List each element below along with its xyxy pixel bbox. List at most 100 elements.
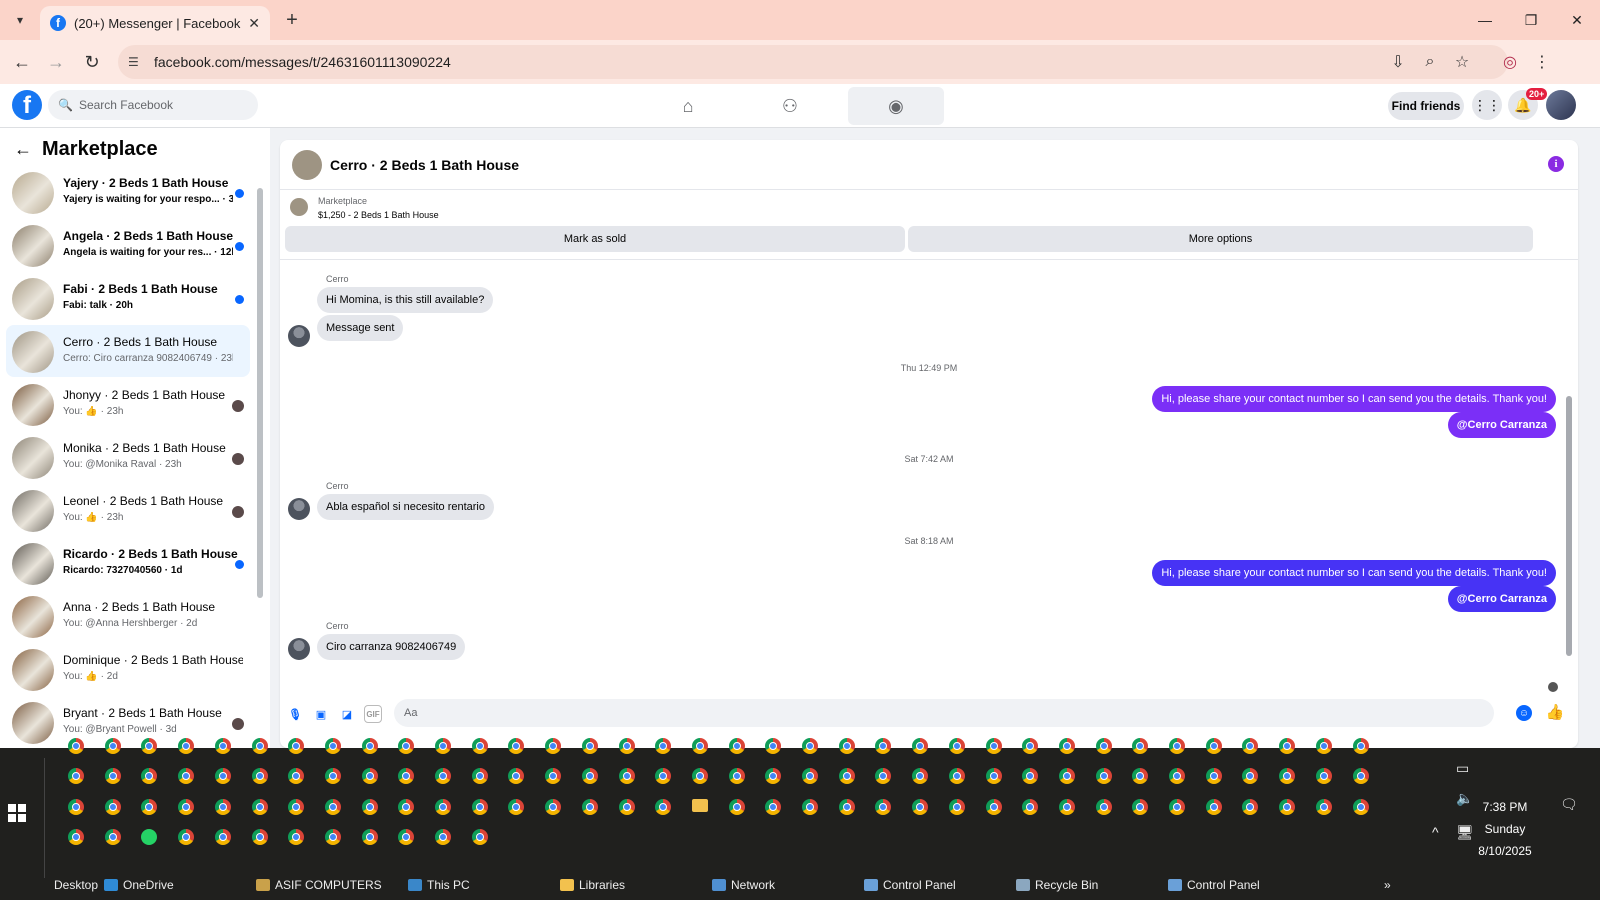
conversation-item[interactable]: Cerro · 2 Beds 1 Bath House Cerro: Ciro c… [6, 325, 250, 377]
chrome-shortcut-icon[interactable] [1022, 738, 1039, 754]
minimize-icon[interactable]: — [1462, 0, 1508, 40]
chrome-shortcut-icon[interactable] [1242, 768, 1259, 784]
site-info-icon[interactable]: ☰ [128, 55, 146, 69]
clock-day[interactable]: Sunday [1470, 822, 1540, 836]
chrome-shortcut-icon[interactable] [178, 829, 195, 845]
incoming-message[interactable]: Ciro carranza 9082406749 [317, 634, 466, 660]
sticker-icon[interactable]: ◪ [338, 705, 356, 723]
forward-icon[interactable]: → [44, 50, 68, 74]
chrome-shortcut-icon[interactable] [875, 768, 892, 784]
photo-icon[interactable]: ▣ [312, 705, 330, 723]
chrome-shortcut-icon[interactable] [324, 768, 341, 784]
chrome-shortcut-icon[interactable] [361, 799, 378, 815]
account-avatar[interactable] [1546, 90, 1576, 120]
chrome-shortcut-icon[interactable] [471, 768, 488, 784]
conversation-item[interactable]: Ricardo · 2 Beds 1 Bath House Ricardo: 73… [6, 537, 250, 589]
chrome-shortcut-icon[interactable] [178, 799, 195, 815]
chrome-shortcut-icon[interactable] [214, 829, 231, 845]
chrome-shortcut-icon[interactable] [1132, 768, 1149, 784]
facebook-search-input[interactable]: 🔍 Search Facebook [48, 90, 258, 120]
chrome-shortcut-icon[interactable] [655, 768, 672, 784]
chrome-shortcut-icon[interactable] [508, 799, 525, 815]
conversation-item[interactable]: Leonel · 2 Beds 1 Bath House You: 👍 · 23h [6, 484, 250, 536]
profile-icon[interactable]: ◎ [1498, 50, 1522, 74]
sender-avatar[interactable] [288, 638, 310, 660]
clock-date[interactable]: 8/10/2025 [1470, 844, 1540, 858]
outgoing-message[interactable]: Hi, please share your contact number so … [1152, 560, 1556, 586]
chrome-shortcut-icon[interactable] [1095, 768, 1112, 784]
more-options-button[interactable]: More options [908, 226, 1533, 252]
chrome-shortcut-icon[interactable] [471, 799, 488, 815]
chrome-shortcut-icon[interactable] [875, 738, 892, 754]
chat-title[interactable]: Cerro · 2 Beds 1 Bath House [330, 157, 519, 173]
chrome-shortcut-icon[interactable] [765, 768, 782, 784]
chrome-shortcut-icon[interactable] [251, 738, 268, 754]
chrome-shortcut-icon[interactable] [288, 768, 305, 784]
chrome-shortcut-icon[interactable] [1205, 738, 1222, 754]
chrome-shortcut-icon[interactable] [728, 768, 745, 784]
chrome-shortcut-icon[interactable] [618, 799, 635, 815]
chrome-shortcut-icon[interactable] [361, 829, 378, 845]
incoming-message[interactable]: Hi Momina, is this still available? [317, 287, 494, 313]
chrome-shortcut-icon[interactable] [435, 829, 451, 845]
restore-icon[interactable]: ❐ [1508, 0, 1554, 40]
chrome-shortcut-icon[interactable] [985, 738, 1002, 754]
chrome-shortcut-icon[interactable] [948, 799, 965, 815]
chrome-shortcut-icon[interactable] [1279, 768, 1296, 784]
incoming-message[interactable]: Message sent [317, 315, 404, 341]
quick-launch-item[interactable]: Libraries [560, 878, 625, 892]
chrome-shortcut-icon[interactable] [471, 829, 488, 845]
whatsapp-icon[interactable] [141, 829, 158, 845]
chrome-shortcut-icon[interactable] [214, 799, 231, 815]
chrome-shortcut-icon[interactable] [618, 738, 635, 754]
chrome-shortcut-icon[interactable] [1205, 799, 1222, 815]
chrome-shortcut-icon[interactable] [691, 768, 708, 784]
chrome-shortcut-icon[interactable] [288, 738, 305, 754]
chrome-shortcut-icon[interactable] [1242, 799, 1259, 815]
chrome-shortcut-icon[interactable] [1242, 738, 1259, 754]
conversation-item[interactable]: Yajery · 2 Beds 1 Bath House Yajery is wa… [6, 166, 250, 218]
folder-icon[interactable] [691, 799, 708, 812]
quick-launch-item[interactable]: Network [712, 878, 775, 892]
bookmark-star-icon[interactable]: ☆ [1450, 50, 1474, 74]
chrome-shortcut-icon[interactable] [435, 799, 451, 815]
friends-icon[interactable]: ⚇ [742, 87, 838, 125]
chrome-shortcut-icon[interactable] [104, 829, 121, 845]
chrome-shortcut-icon[interactable] [251, 829, 268, 845]
chrome-shortcut-icon[interactable] [765, 799, 782, 815]
show-hidden-icons-icon[interactable]: ^ [1432, 824, 1439, 840]
apps-grid-icon[interactable]: ⋮⋮ [1472, 90, 1502, 120]
chrome-shortcut-icon[interactable] [765, 738, 782, 754]
chrome-shortcut-icon[interactable] [288, 829, 305, 845]
chrome-shortcut-icon[interactable] [948, 738, 965, 754]
quick-launch-item[interactable]: Recycle Bin [1016, 878, 1098, 892]
thumbs-up-icon[interactable]: 👍 [1546, 703, 1565, 721]
outgoing-mention[interactable]: @Cerro Carranza [1447, 586, 1556, 612]
conversation-item[interactable]: Fabi · 2 Beds 1 Bath House Fabi: talk · 2… [6, 272, 250, 324]
windows-start-icon[interactable] [8, 804, 26, 822]
facebook-logo-icon[interactable]: f [12, 90, 42, 120]
back-icon[interactable]: ← [10, 50, 34, 74]
zoom-icon[interactable]: ⌕ [1418, 50, 1442, 74]
quick-launch-item[interactable]: Control Panel [864, 878, 956, 892]
more-items-chevron-icon[interactable]: » [1384, 878, 1391, 892]
chrome-shortcut-icon[interactable] [581, 799, 598, 815]
meet-now-icon[interactable]: ▭ [1456, 760, 1469, 777]
quick-launch-item[interactable]: Control Panel [1168, 878, 1260, 892]
listing-price[interactable]: $1,250 - 2 Beds 1 Bath House [318, 210, 439, 220]
sender-avatar[interactable] [288, 498, 310, 520]
chrome-shortcut-icon[interactable] [324, 799, 341, 815]
chrome-shortcut-icon[interactable] [985, 768, 1002, 784]
chrome-shortcut-icon[interactable] [1132, 799, 1149, 815]
chrome-shortcut-icon[interactable] [875, 799, 892, 815]
outgoing-mention[interactable]: @Cerro Carranza [1447, 412, 1556, 438]
find-friends-button[interactable]: Find friends [1388, 92, 1464, 120]
conversation-item[interactable]: Anna · 2 Beds 1 Bath House You: @Anna Her… [6, 590, 250, 642]
chrome-shortcut-icon[interactable] [508, 768, 525, 784]
chrome-shortcut-icon[interactable] [1315, 768, 1332, 784]
close-window-icon[interactable]: ✕ [1554, 0, 1600, 40]
chrome-shortcut-icon[interactable] [948, 768, 965, 784]
install-app-icon[interactable]: ⇩ [1386, 50, 1410, 74]
quick-launch-item[interactable]: OneDrive [104, 878, 174, 892]
chrome-shortcut-icon[interactable] [178, 768, 195, 784]
